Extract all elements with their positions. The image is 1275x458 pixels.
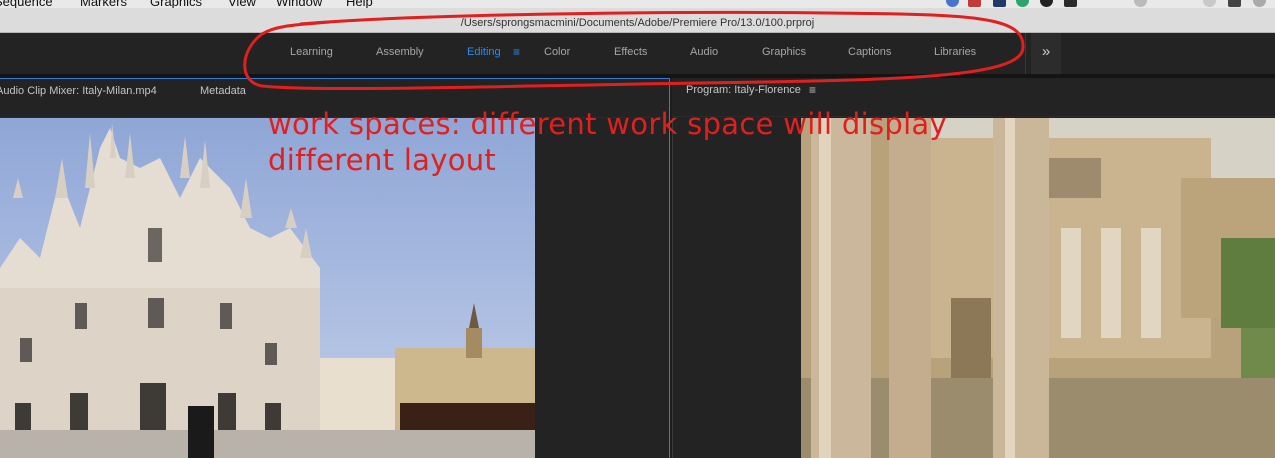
tray-app-icon[interactable] <box>1253 0 1266 7</box>
menu-view[interactable]: View <box>228 0 256 8</box>
menu-help[interactable]: Help <box>346 0 373 8</box>
project-path: /Users/sprongsmacmini/Documents/Adobe/Pr… <box>460 17 815 29</box>
tray-app-icon[interactable] <box>946 0 959 7</box>
window-title-bar: /Users/sprongsmacmini/Documents/Adobe/Pr… <box>0 8 1275 33</box>
workspace-tab-captions[interactable]: Captions <box>848 46 891 58</box>
tray-app-icon[interactable] <box>1064 0 1077 7</box>
double-chevron-right-icon[interactable]: » <box>1031 33 1061 74</box>
workspace-tab-assembly[interactable]: Assembly <box>376 46 424 58</box>
tab-audio-clip-mixer[interactable]: Audio Clip Mixer: Italy-Milan.mp4 <box>0 85 157 97</box>
menu-sequence[interactable]: Sequence <box>0 0 53 8</box>
hamburger-icon[interactable]: ≡ <box>809 83 816 97</box>
workspace-tab-editing[interactable]: Editing <box>467 46 501 58</box>
workspace-tab-learning[interactable]: Learning <box>290 46 333 58</box>
tray-app-icon[interactable] <box>1203 0 1216 7</box>
workspace-tab-libraries[interactable]: Libraries <box>934 46 976 58</box>
menu-graphics[interactable]: Graphics <box>150 0 202 8</box>
menu-markers[interactable]: Markers <box>80 0 127 8</box>
annotation-text: work spaces: different work space will d… <box>268 107 947 177</box>
workspace-tab-color[interactable]: Color <box>544 46 570 58</box>
tray-app-icon[interactable] <box>1228 0 1241 7</box>
tray-app-icon[interactable] <box>993 0 1006 7</box>
menu-window[interactable]: Window <box>276 0 322 8</box>
workspace-tab-audio[interactable]: Audio <box>690 46 718 58</box>
workspace-tab-effects[interactable]: Effects <box>614 46 647 58</box>
workspace-divider <box>1025 33 1026 74</box>
tab-metadata[interactable]: Metadata <box>200 85 246 97</box>
workspace-tab-graphics[interactable]: Graphics <box>762 46 806 58</box>
workspaces-bar: Learning Assembly Editing ≡ Color Effect… <box>0 33 1275 74</box>
tray-app-icon[interactable] <box>1016 0 1029 7</box>
tab-program-monitor[interactable]: Program: Italy-Florence <box>686 84 801 96</box>
tray-app-icon[interactable] <box>1040 0 1053 7</box>
hamburger-icon[interactable]: ≡ <box>513 45 520 59</box>
tray-app-icon[interactable] <box>968 0 981 7</box>
time-machine-icon[interactable] <box>1134 0 1147 7</box>
macos-menu-bar: Sequence Markers Graphics View Window He… <box>0 0 1275 8</box>
